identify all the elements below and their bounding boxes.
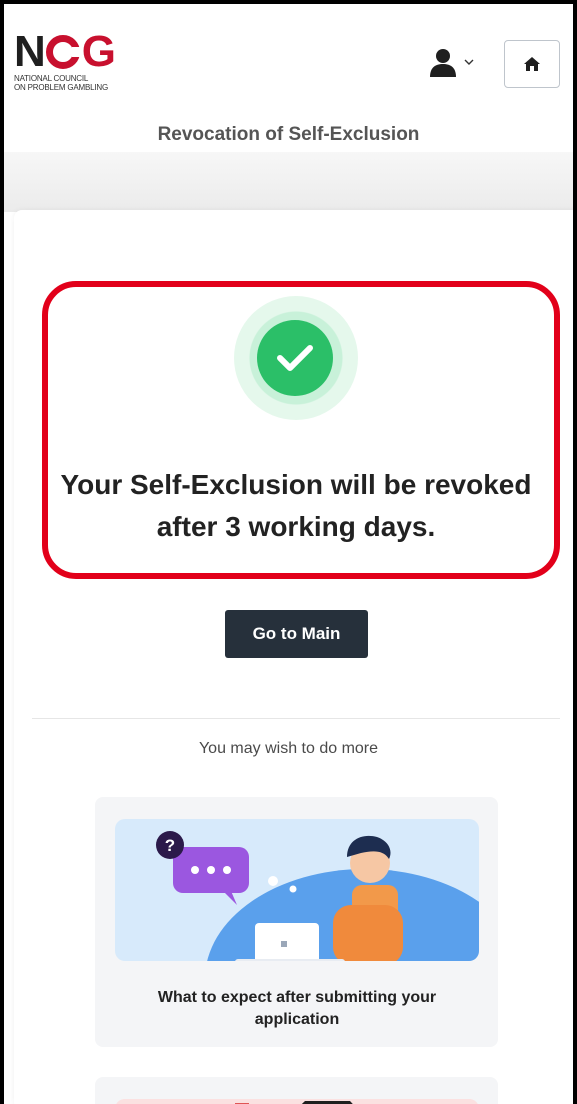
checkmark-icon [277, 345, 313, 371]
tile-partial[interactable] [95, 1077, 498, 1104]
tile-illustration: ? [115, 819, 479, 961]
more-label: You may wish to do more [198, 740, 379, 757]
result-message-line-2: after 3 working days. [156, 511, 436, 542]
page-title: Revocation of Self-Exclusion [157, 124, 420, 145]
logo-mark: N G [14, 30, 149, 74]
check-circle-icon [257, 320, 333, 396]
ncpg-logo[interactable]: N G NATIONAL COUNCIL ON PROBLEM GAMBLING [14, 30, 149, 96]
result-message-line-1: Your Self-Exclusion will be revoked [60, 469, 532, 500]
divider [32, 718, 560, 719]
home-button[interactable] [504, 40, 560, 88]
svg-text:?: ? [165, 836, 175, 855]
home-icon [524, 57, 540, 71]
user-menu-button[interactable] [428, 46, 474, 78]
partial-illustration [115, 1099, 479, 1104]
header: N G NATIONAL COUNCIL ON PROBLEM GAMBLING… [4, 4, 573, 152]
tile-what-to-expect[interactable]: ? What to expect after submitting your a… [95, 797, 498, 1047]
logo-line-2: ON PROBLEM GAMBLING [14, 83, 108, 92]
logo-c-ring [45, 35, 82, 69]
header-band [4, 152, 573, 212]
tile-partial-illustration [115, 1099, 479, 1104]
tile-title: What to expect after submitting your app… [157, 989, 437, 1028]
go-to-main-button[interactable]: Go to Main [225, 610, 368, 658]
app-frame: N G NATIONAL COUNCIL ON PROBLEM GAMBLING… [0, 0, 577, 1104]
logo-letter-n: N [14, 27, 46, 76]
person-laptop-illustration: ? [156, 831, 479, 961]
chevron-down-icon [464, 59, 474, 65]
result-message: Your Self-Exclusion will be revoked afte… [44, 464, 548, 548]
logo-letter-g: G [81, 27, 116, 76]
user-icon [430, 49, 456, 77]
logo-line-1: NATIONAL COUNCIL [14, 74, 89, 83]
